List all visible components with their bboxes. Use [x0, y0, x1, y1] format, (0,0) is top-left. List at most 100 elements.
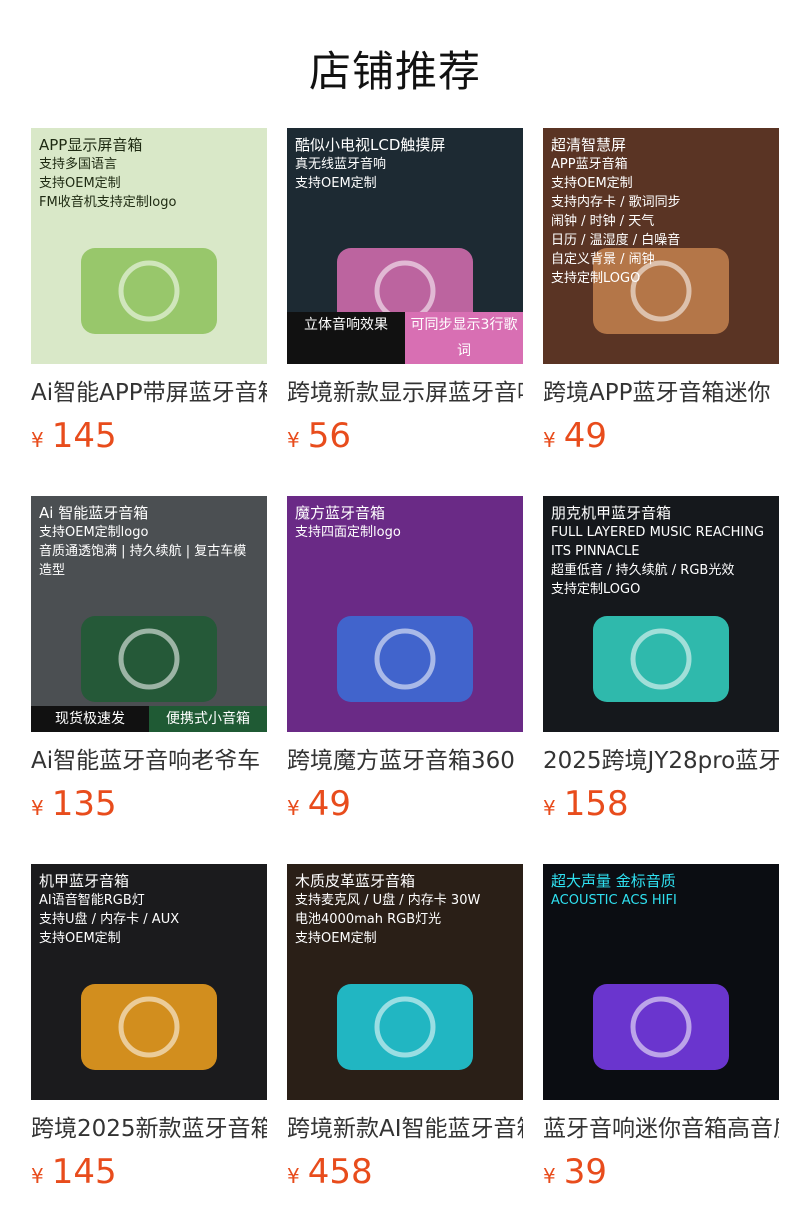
image-caption-line: 朋克机甲蓝牙音箱 — [551, 504, 672, 522]
currency-symbol: ¥ — [31, 428, 44, 452]
price-value: 135 — [51, 784, 117, 824]
price-value: 158 — [563, 784, 629, 824]
image-caption: 超清智慧屏 APP蓝牙音箱 支持OEM定制支持内存卡 / 歌词同步 闹钟 / 时钟 /… — [543, 136, 779, 288]
product-grid: APP显示屏音箱 支持多国语言 支持OEM定制 FM收音机支持定制logo Ai智能AP… — [31, 128, 779, 1232]
product-name[interactable]: Ai智能蓝牙音响老爷车 — [31, 744, 267, 778]
image-caption-line: 支持OEM定制 — [551, 176, 633, 191]
image-caption-line: 支持四面定制logo — [295, 525, 401, 540]
product-card[interactable]: 木质皮革蓝牙音箱支持麦克风 / U盘 / 内存卡 30W 电池4000mah RG… — [287, 864, 523, 1232]
product-price: ¥135 — [31, 784, 267, 824]
image-badge: 便携式小音箱 — [149, 706, 267, 732]
price-value: 145 — [51, 416, 117, 456]
image-caption-line: 自定义背景 / 闹钟 — [551, 252, 655, 267]
currency-symbol: ¥ — [287, 428, 300, 452]
product-card[interactable]: 酷似小电视LCD触摸屏 真无线蓝牙音响 支持OEM定制立体音响效果 可同步显示3行歌词… — [287, 128, 523, 496]
product-card[interactable]: 超大声量 金标音质 ACOUSTIC ACS HIFI 蓝牙音响迷你音箱高音质 ¥39 — [543, 864, 779, 1232]
image-badge: 现货极速发 — [31, 706, 149, 732]
product-image[interactable]: 魔方蓝牙音箱 支持四面定制logo — [287, 496, 523, 732]
product-card[interactable]: Ai 智能蓝牙音箱 支持OEM定制logo 音质通透饱满 | 持久续航 | 复古车模… — [31, 496, 267, 864]
image-caption-line: ACOUSTIC ACS HIFI — [551, 893, 677, 908]
image-caption-line: 支持内存卡 / 歌词同步 — [551, 195, 681, 210]
product-name[interactable]: 跨境魔方蓝牙音箱360 — [287, 744, 523, 778]
product-price: ¥56 — [287, 416, 523, 456]
image-caption-line: 音质通透饱满 | 持久续航 | 复古车模造型 — [39, 544, 247, 578]
product-name[interactable]: 2025跨境JY28pro蓝牙音箱 — [543, 744, 779, 778]
product-name[interactable]: 跨境新款显示屏蓝牙音响 — [287, 376, 523, 410]
product-image[interactable]: 木质皮革蓝牙音箱支持麦克风 / U盘 / 内存卡 30W 电池4000mah RG… — [287, 864, 523, 1100]
image-caption-line: 机甲蓝牙音箱 — [39, 872, 130, 890]
currency-symbol: ¥ — [31, 1164, 44, 1188]
product-price: ¥145 — [31, 416, 267, 456]
price-value: 145 — [51, 1152, 117, 1192]
currency-symbol: ¥ — [287, 1164, 300, 1188]
product-price: ¥458 — [287, 1152, 523, 1192]
image-caption-line: 闹钟 / 时钟 / 天气 — [551, 214, 655, 229]
image-caption-line: 支持U盘 / 内存卡 / AUX — [39, 912, 180, 927]
image-caption-line: AI语音智能RGB灯 — [39, 893, 145, 908]
product-image[interactable]: 酷似小电视LCD触摸屏 真无线蓝牙音响 支持OEM定制立体音响效果 可同步显示3行歌词 — [287, 128, 523, 364]
product-name[interactable]: 蓝牙音响迷你音箱高音质 — [543, 1112, 779, 1146]
product-name[interactable]: 跨境新款AI智能蓝牙音箱 — [287, 1112, 523, 1146]
product-image[interactable]: 超清智慧屏 APP蓝牙音箱 支持OEM定制支持内存卡 / 歌词同步 闹钟 / 时钟 /… — [543, 128, 779, 364]
section-title: 店铺推荐 — [308, 47, 481, 96]
image-caption: 朋克机甲蓝牙音箱 FULL LAYERED MUSIC REACHING ITS … — [543, 504, 779, 599]
product-name[interactable]: 跨境2025新款蓝牙音箱 — [31, 1112, 267, 1146]
product-card[interactable]: 朋克机甲蓝牙音箱 FULL LAYERED MUSIC REACHING ITS … — [543, 496, 779, 864]
currency-symbol: ¥ — [543, 428, 556, 452]
product-name[interactable]: Ai智能APP带屏蓝牙音箱 — [31, 376, 267, 410]
image-caption-line: 支持定制LOGO — [551, 582, 641, 597]
image-badges: 现货极速发 便携式小音箱 — [31, 706, 267, 732]
image-caption-line: 支持OEM定制 — [295, 931, 377, 946]
image-caption-line: 支持OEM定制 — [39, 931, 121, 946]
product-card[interactable]: 机甲蓝牙音箱 AI语音智能RGB灯支持U盘 / 内存卡 / AUX 支持OEM定制跨… — [31, 864, 267, 1232]
product-card[interactable]: APP显示屏音箱 支持多国语言 支持OEM定制 FM收音机支持定制logo Ai智能AP… — [31, 128, 267, 496]
image-caption: 酷似小电视LCD触摸屏 真无线蓝牙音响 支持OEM定制 — [287, 136, 523, 193]
product-price: ¥49 — [543, 416, 779, 456]
image-caption-line: 木质皮革蓝牙音箱 — [295, 872, 416, 890]
product-image[interactable]: 朋克机甲蓝牙音箱 FULL LAYERED MUSIC REACHING ITS … — [543, 496, 779, 732]
image-badge: 可同步显示3行歌词 — [405, 312, 523, 364]
currency-symbol: ¥ — [543, 796, 556, 820]
image-caption-line: 超大声量 金标音质 — [551, 872, 676, 890]
image-caption-line: APP显示屏音箱 — [39, 136, 143, 154]
image-caption: 机甲蓝牙音箱 AI语音智能RGB灯支持U盘 / 内存卡 / AUX 支持OEM定制 — [31, 872, 267, 948]
price-value: 56 — [307, 416, 351, 456]
product-card[interactable]: 魔方蓝牙音箱 支持四面定制logo 跨境魔方蓝牙音箱360 ¥49 — [287, 496, 523, 864]
image-badge: 立体音响效果 — [287, 312, 405, 364]
product-image[interactable]: Ai 智能蓝牙音箱 支持OEM定制logo 音质通透饱满 | 持久续航 | 复古车模… — [31, 496, 267, 732]
image-caption-line: 支持多国语言 — [39, 157, 118, 172]
image-caption: 超大声量 金标音质 ACOUSTIC ACS HIFI — [543, 872, 779, 910]
currency-symbol: ¥ — [31, 796, 44, 820]
image-badges: 立体音响效果 可同步显示3行歌词 — [287, 312, 523, 364]
image-caption-line: 支持OEM定制 — [295, 176, 377, 191]
product-image[interactable]: APP显示屏音箱 支持多国语言 支持OEM定制 FM收音机支持定制logo — [31, 128, 267, 364]
product-price: ¥145 — [31, 1152, 267, 1192]
image-caption: 魔方蓝牙音箱 支持四面定制logo — [287, 504, 523, 542]
image-caption: APP显示屏音箱 支持多国语言 支持OEM定制 FM收音机支持定制logo — [31, 136, 267, 212]
currency-symbol: ¥ — [543, 1164, 556, 1188]
product-image[interactable]: 超大声量 金标音质 ACOUSTIC ACS HIFI — [543, 864, 779, 1100]
price-value: 49 — [563, 416, 607, 456]
product-price: ¥39 — [543, 1152, 779, 1192]
image-caption-line: Ai 智能蓝牙音箱 — [39, 504, 149, 522]
product-name[interactable]: 跨境APP蓝牙音箱迷你 — [543, 376, 779, 410]
price-value: 49 — [307, 784, 351, 824]
product-price: ¥49 — [287, 784, 523, 824]
image-caption-line: 电池4000mah RGB灯光 — [295, 912, 442, 927]
image-caption-line: 支持OEM定制 — [39, 176, 121, 191]
image-caption-line: 支持麦克风 / U盘 / 内存卡 30W — [295, 893, 481, 908]
image-caption-line: 支持OEM定制logo — [39, 525, 149, 540]
image-caption: 木质皮革蓝牙音箱支持麦克风 / U盘 / 内存卡 30W 电池4000mah RG… — [287, 872, 523, 948]
image-caption-line: 日历 / 温湿度 / 白噪音 — [551, 233, 681, 248]
image-caption-line: 魔方蓝牙音箱 — [295, 504, 386, 522]
product-image[interactable]: 机甲蓝牙音箱 AI语音智能RGB灯支持U盘 / 内存卡 / AUX 支持OEM定制 — [31, 864, 267, 1100]
image-caption-line: 超清智慧屏 — [551, 136, 627, 154]
image-caption-line: 超重低音 / 持久续航 / RGB光效 — [551, 563, 735, 578]
image-caption: Ai 智能蓝牙音箱 支持OEM定制logo 音质通透饱满 | 持久续航 | 复古车模… — [31, 504, 267, 580]
image-caption-line: 酷似小电视LCD触摸屏 — [295, 136, 446, 154]
image-caption-line: FM收音机支持定制logo — [39, 195, 177, 210]
image-caption-line: 真无线蓝牙音响 — [295, 157, 387, 172]
image-caption-line: APP蓝牙音箱 — [551, 157, 628, 172]
product-card[interactable]: 超清智慧屏 APP蓝牙音箱 支持OEM定制支持内存卡 / 歌词同步 闹钟 / 时钟 /… — [543, 128, 779, 496]
image-caption-line: FULL LAYERED MUSIC REACHING ITS PINNACLE — [551, 525, 765, 559]
